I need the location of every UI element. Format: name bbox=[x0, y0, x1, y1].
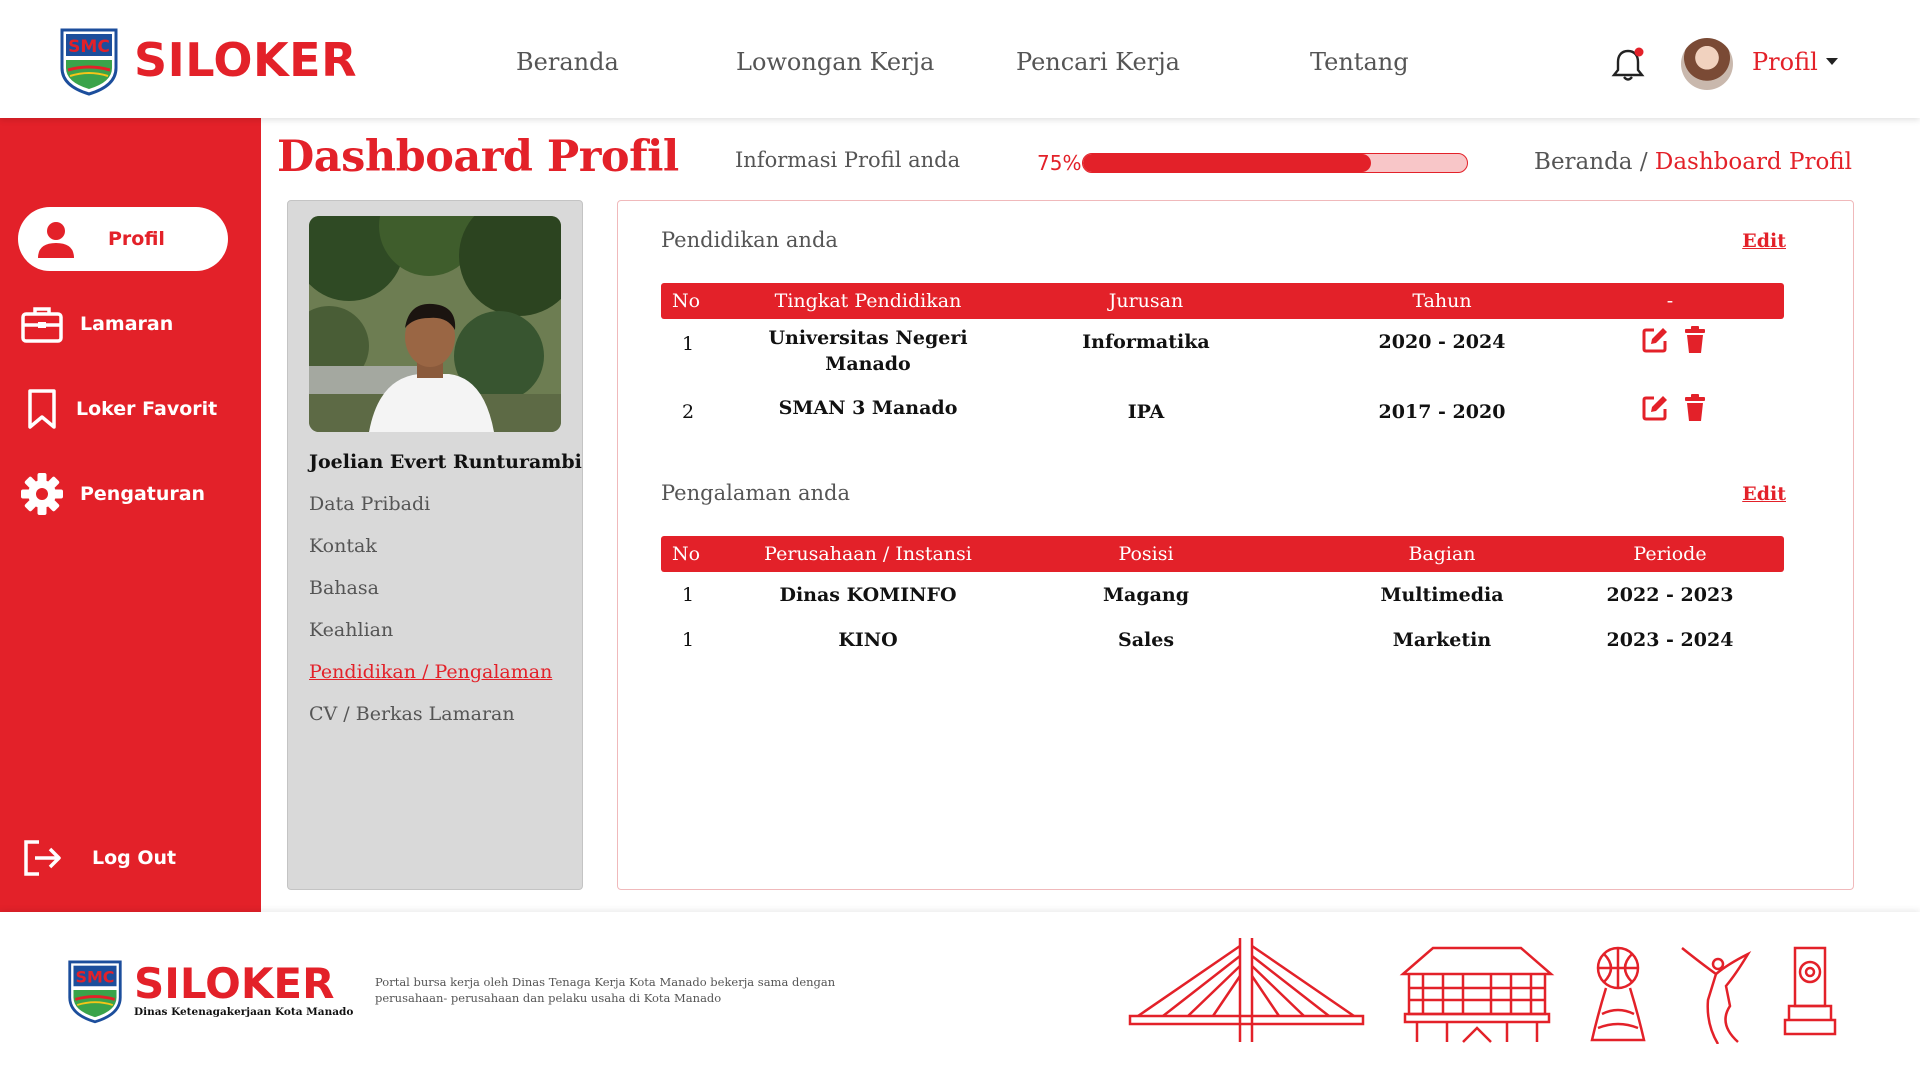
footer: SMC SILOKER Dinas Ketenagakerjaan Kota M… bbox=[0, 912, 1920, 1079]
row-number: 1 bbox=[681, 629, 695, 651]
monument-tower-icon bbox=[1783, 946, 1837, 1036]
brand-logo[interactable]: SMC SILOKER bbox=[58, 24, 357, 96]
edit-icon[interactable] bbox=[1640, 325, 1670, 355]
column-header: Bagian bbox=[1408, 543, 1476, 565]
trash-icon[interactable] bbox=[1680, 393, 1710, 423]
globe-monument-icon bbox=[1590, 946, 1646, 1042]
experience-period: 2022 - 2023 bbox=[1606, 584, 1734, 606]
svg-text:SMC: SMC bbox=[76, 968, 115, 987]
column-header: - bbox=[1666, 290, 1674, 312]
profile-card: Joelian Evert Runturambi Data Pribadi Ko… bbox=[287, 200, 583, 890]
breadcrumb-current: Dashboard Profil bbox=[1654, 149, 1852, 175]
breadcrumb-separator: / bbox=[1639, 149, 1648, 175]
trash-icon[interactable] bbox=[1680, 325, 1710, 355]
city-emblem-icon: SMC bbox=[60, 28, 118, 96]
logout-button[interactable]: Log Out bbox=[18, 826, 228, 890]
sidebar-item-label: Pengaturan bbox=[80, 483, 206, 505]
city-emblem-icon: SMC bbox=[68, 960, 122, 1024]
user-icon bbox=[32, 215, 80, 263]
education-edit-link[interactable]: Edit bbox=[1742, 230, 1786, 252]
experience-period: 2023 - 2024 bbox=[1606, 629, 1734, 651]
sidebar-item-lamaran[interactable]: Lamaran bbox=[18, 292, 228, 356]
nav-lowongan-kerja[interactable]: Lowongan Kerja bbox=[736, 48, 934, 76]
nav-pencari-kerja[interactable]: Pencari Kerja bbox=[1016, 48, 1180, 76]
footer-description: Portal bursa kerja oleh Dinas Tenaga Ker… bbox=[375, 975, 836, 1005]
profile-menu-cv-berkas[interactable]: CV / Berkas Lamaran bbox=[309, 703, 515, 725]
city-landmarks-illustration bbox=[1128, 938, 1837, 1044]
bridge-icon bbox=[1128, 938, 1365, 1042]
education-institution: SMAN 3 Manado bbox=[778, 397, 958, 419]
column-header: Perusahaan / Instansi bbox=[764, 543, 972, 565]
experience-division: Marketin bbox=[1392, 629, 1492, 651]
user-avatar[interactable] bbox=[1681, 38, 1733, 90]
experience-division: Multimedia bbox=[1380, 584, 1504, 606]
column-header: No bbox=[671, 290, 701, 312]
profile-menu-data-pribadi[interactable]: Data Pribadi bbox=[309, 493, 430, 515]
footer-brand: SILOKER bbox=[134, 959, 335, 1008]
sidebar-item-label: Lamaran bbox=[80, 313, 174, 335]
traditional-house-icon bbox=[1399, 946, 1555, 1043]
sidebar-item-profil[interactable]: Profil bbox=[18, 207, 228, 271]
progress-percent: 75% bbox=[1037, 151, 1082, 175]
profile-menu-bahasa[interactable]: Bahasa bbox=[309, 577, 379, 599]
profile-menu-label[interactable]: Profil bbox=[1752, 48, 1818, 76]
experience-company: KINO bbox=[838, 629, 898, 651]
column-header: Tahun bbox=[1412, 290, 1472, 312]
top-header: SMC SILOKER Beranda Lowongan Kerja Penca… bbox=[0, 0, 1920, 118]
column-header: Posisi bbox=[1118, 543, 1174, 565]
experience-position: Magang bbox=[1102, 584, 1190, 606]
notification-bell-icon[interactable] bbox=[1610, 45, 1646, 83]
sidebar-item-label: Profil bbox=[108, 228, 165, 250]
experience-edit-link[interactable]: Edit bbox=[1742, 483, 1786, 505]
education-years: 2017 - 2020 bbox=[1378, 401, 1506, 423]
breadcrumb-home[interactable]: Beranda bbox=[1534, 149, 1632, 175]
experience-position: Sales bbox=[1117, 629, 1175, 651]
page-title: Dashboard Profil bbox=[277, 132, 679, 182]
chevron-down-icon[interactable] bbox=[1826, 58, 1838, 65]
education-major: Informatika bbox=[1082, 331, 1210, 353]
profile-progress-bar bbox=[1082, 153, 1468, 173]
sidebar-item-loker-favorit[interactable]: Loker Favorit bbox=[18, 377, 228, 441]
column-header: No bbox=[671, 543, 701, 565]
progress-bar-fill bbox=[1083, 154, 1371, 172]
content-card: Pendidikan anda Edit No Tingkat Pendidik… bbox=[617, 200, 1854, 890]
brand-name: SILOKER bbox=[134, 33, 358, 87]
row-number: 1 bbox=[681, 584, 695, 606]
education-institution: Universitas Negeri Manado bbox=[768, 327, 968, 375]
profile-photo bbox=[309, 216, 561, 432]
education-years: 2020 - 2024 bbox=[1378, 331, 1506, 353]
footer-subtitle: Dinas Ketenagakerjaan Kota Manado bbox=[134, 1006, 354, 1018]
education-major: IPA bbox=[1127, 401, 1165, 423]
briefcase-icon bbox=[18, 300, 66, 348]
profile-menu-pendidikan-pengalaman[interactable]: Pendidikan / Pengalaman bbox=[309, 661, 552, 683]
edit-icon[interactable] bbox=[1640, 393, 1670, 423]
experience-company: Dinas KOMINFO bbox=[779, 584, 957, 606]
education-section-title: Pendidikan anda bbox=[661, 228, 838, 252]
nav-beranda[interactable]: Beranda bbox=[516, 48, 619, 76]
footer-logo: SMC SILOKER Dinas Ketenagakerjaan Kota M… bbox=[66, 956, 353, 1024]
profile-info-label: Informasi Profil anda bbox=[735, 148, 961, 172]
svg-text:SMC: SMC bbox=[68, 37, 110, 57]
logout-icon bbox=[18, 834, 66, 882]
profile-menu-kontak[interactable]: Kontak bbox=[309, 535, 377, 557]
column-header: Jurusan bbox=[1108, 290, 1184, 312]
breadcrumb: Beranda / Dashboard Profil bbox=[1534, 149, 1852, 175]
row-number: 2 bbox=[681, 401, 695, 423]
row-number: 1 bbox=[681, 333, 695, 355]
logout-label: Log Out bbox=[92, 847, 177, 869]
experience-table-header: No Perusahaan / Instansi Posisi Bagian P… bbox=[661, 536, 1784, 572]
gear-icon bbox=[18, 470, 66, 518]
column-header: Periode bbox=[1633, 543, 1707, 565]
sidebar: Profil Lamaran Loker Favorit Pengaturan … bbox=[0, 118, 261, 912]
column-header: Tingkat Pendidikan bbox=[774, 290, 962, 312]
profile-menu-keahlian[interactable]: Keahlian bbox=[309, 619, 393, 641]
sidebar-item-pengaturan[interactable]: Pengaturan bbox=[18, 462, 228, 526]
education-table-header: No Tingkat Pendidikan Jurusan Tahun - bbox=[661, 283, 1784, 319]
sidebar-item-label: Loker Favorit bbox=[76, 398, 218, 420]
statue-icon bbox=[1681, 947, 1752, 1044]
nav-tentang[interactable]: Tentang bbox=[1310, 48, 1409, 76]
bookmark-icon bbox=[18, 385, 66, 433]
profile-name: Joelian Evert Runturambi bbox=[309, 451, 582, 473]
experience-section-title: Pengalaman anda bbox=[661, 481, 850, 505]
